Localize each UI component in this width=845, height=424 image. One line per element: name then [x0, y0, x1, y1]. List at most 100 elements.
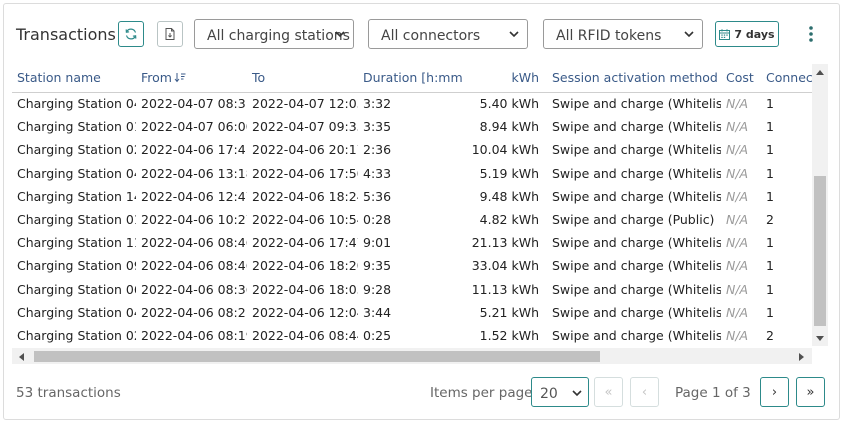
sort-descending-icon[interactable] — [174, 72, 186, 83]
scroll-down-arrow-icon[interactable] — [816, 336, 824, 342]
cell-cost: N/A — [726, 165, 749, 181]
scroll-up-arrow-icon[interactable] — [816, 69, 824, 75]
cell-to: 2022-04-06 18:20 — [252, 258, 358, 274]
refresh-icon — [125, 28, 137, 40]
cell-duration: 3:44 — [363, 304, 392, 320]
cell-kwh: 1.52 kWh — [479, 327, 539, 343]
vertical-scrollbar-thumb[interactable] — [814, 176, 826, 326]
cell-cost: N/A — [726, 235, 749, 251]
items-per-page-label: Items per page — [430, 385, 533, 401]
cell-to: 2022-04-06 17:50 — [252, 165, 358, 181]
cell-duration: 3:35 — [363, 119, 392, 135]
table-row[interactable]: Charging Station 06 2022-04-06 08:36 202… — [12, 278, 812, 301]
refresh-button[interactable] — [118, 21, 144, 47]
cell-activation-method: Swipe and charge (Whitelist) — [552, 165, 721, 181]
cell-from: 2022-04-06 13:18 — [141, 165, 247, 181]
table-row[interactable]: Charging Station 02 2022-04-06 08:19 202… — [12, 324, 812, 347]
cell-activation-method: Swipe and charge (Whitelist) — [552, 327, 721, 343]
cell-kwh: 8.94 kWh — [479, 119, 539, 135]
column-header-duration[interactable]: Duration [h:mm] — [358, 64, 463, 93]
cell-station: Charging Station 02 — [17, 142, 136, 158]
cell-station: Charging Station 01 — [17, 212, 136, 228]
cell-station: Charging Station 04 — [17, 96, 136, 112]
cell-connector: 1 — [766, 96, 774, 112]
column-header-station[interactable]: Station name — [12, 64, 136, 93]
cell-to: 2022-04-06 08:44 — [252, 327, 358, 343]
table-row[interactable]: Charging Station 11 2022-04-06 08:46 202… — [12, 231, 812, 254]
cell-connector: 1 — [766, 188, 774, 204]
cell-station: Charging Station 06 — [17, 281, 136, 297]
cell-to: 2022-04-06 17:47 — [252, 235, 358, 251]
cell-station: Charging Station 02 — [17, 327, 136, 343]
cell-duration: 4:33 — [363, 165, 392, 181]
cell-connector: 1 — [766, 119, 774, 135]
table-row[interactable]: Charging Station 09 2022-04-06 08:46 202… — [12, 254, 812, 277]
column-header-cost[interactable]: Cost — [721, 64, 761, 93]
cell-station: Charging Station 04 — [17, 165, 136, 181]
file-export-icon — [165, 28, 175, 40]
more-options-icon[interactable] — [806, 24, 816, 44]
cell-from: 2022-04-06 08:36 — [141, 281, 247, 297]
cell-from: 2022-04-06 12:47 — [141, 188, 247, 204]
cell-duration: 3:32 — [363, 96, 392, 112]
table-row[interactable]: Charging Station 02 2022-04-06 17:41 202… — [12, 138, 812, 161]
cell-from: 2022-04-06 08:19 — [141, 327, 247, 343]
pagination-footer: 53 transactions Items per page 20 « ‹ Pa… — [4, 369, 839, 419]
last-page-button[interactable]: » — [796, 377, 825, 407]
connector-filter-value: All connectors — [381, 28, 481, 44]
first-page-button[interactable]: « — [594, 377, 623, 407]
cell-station: Charging Station 09 — [17, 258, 136, 274]
cell-activation-method: Swipe and charge (Whitelist) — [552, 258, 721, 274]
cell-connector: 1 — [766, 235, 774, 251]
cell-kwh: 33.04 kWh — [471, 258, 539, 274]
column-header-to[interactable]: To — [247, 64, 358, 93]
cell-cost: N/A — [726, 119, 749, 135]
export-button[interactable] — [157, 21, 183, 47]
table-row[interactable]: Charging Station 01 2022-04-07 06:00 202… — [12, 115, 812, 138]
scroll-right-arrow-icon[interactable] — [799, 353, 805, 361]
transactions-table: Station name From To Duration [h:mm] kWh… — [12, 64, 812, 347]
cell-from: 2022-04-06 10:27 — [141, 212, 247, 228]
cell-to: 2022-04-07 09:35 — [252, 119, 358, 135]
cell-activation-method: Swipe and charge (Whitelist) — [552, 281, 721, 297]
chevron-down-icon — [684, 31, 694, 38]
transactions-table-container: Station name From To Duration [h:mm] kWh… — [12, 64, 828, 366]
previous-page-button[interactable]: ‹ — [630, 377, 659, 407]
column-header-connector[interactable]: Connector — [761, 64, 812, 93]
table-row[interactable]: Charging Station 01 2022-04-06 10:27 202… — [12, 208, 812, 231]
items-per-page-select[interactable]: 20 — [531, 377, 589, 407]
rfid-filter-select[interactable]: All RFID tokens — [543, 19, 703, 49]
column-header-from[interactable]: From — [136, 64, 247, 93]
cell-from: 2022-04-07 06:00 — [141, 119, 247, 135]
cell-cost: N/A — [726, 327, 749, 343]
period-button[interactable]: 7 days — [715, 21, 779, 47]
table-row[interactable]: Charging Station 14 2022-04-06 12:47 202… — [12, 185, 812, 208]
table-row[interactable]: Charging Station 04 2022-04-07 08:31 202… — [12, 92, 812, 115]
vertical-scrollbar[interactable] — [812, 64, 828, 346]
station-filter-value: All charging stations — [207, 28, 350, 44]
cell-activation-method: Swipe and charge (Whitelist) — [552, 188, 721, 204]
cell-activation-method: Swipe and charge (Whitelist) — [552, 304, 721, 320]
scroll-left-arrow-icon[interactable] — [18, 353, 24, 361]
cell-to: 2022-04-06 10:54 — [252, 212, 358, 228]
horizontal-scrollbar-thumb[interactable] — [34, 351, 600, 362]
toolbar: Transactions All charging stations All c… — [4, 4, 839, 64]
calendar-icon — [719, 28, 731, 40]
column-header-kwh[interactable]: kWh — [463, 64, 547, 93]
station-filter-select[interactable]: All charging stations — [194, 19, 354, 49]
connector-filter-select[interactable]: All connectors — [368, 19, 528, 49]
column-header-activation-method[interactable]: Session activation method — [547, 64, 721, 93]
page-indicator: Page 1 of 3 — [675, 385, 751, 401]
horizontal-scrollbar[interactable] — [12, 348, 812, 364]
cell-connector: 1 — [766, 304, 774, 320]
cell-duration: 0:25 — [363, 327, 392, 343]
cell-from: 2022-04-06 17:41 — [141, 142, 247, 158]
cell-station: Charging Station 01 — [17, 119, 136, 135]
cell-cost: N/A — [726, 188, 749, 204]
cell-duration: 9:01 — [363, 235, 392, 251]
cell-cost: N/A — [726, 212, 749, 228]
table-row[interactable]: Charging Station 04 2022-04-06 13:18 202… — [12, 162, 812, 185]
table-row[interactable]: Charging Station 04 2022-04-06 08:21 202… — [12, 301, 812, 324]
next-page-button[interactable]: › — [760, 377, 789, 407]
cell-duration: 5:36 — [363, 188, 392, 204]
